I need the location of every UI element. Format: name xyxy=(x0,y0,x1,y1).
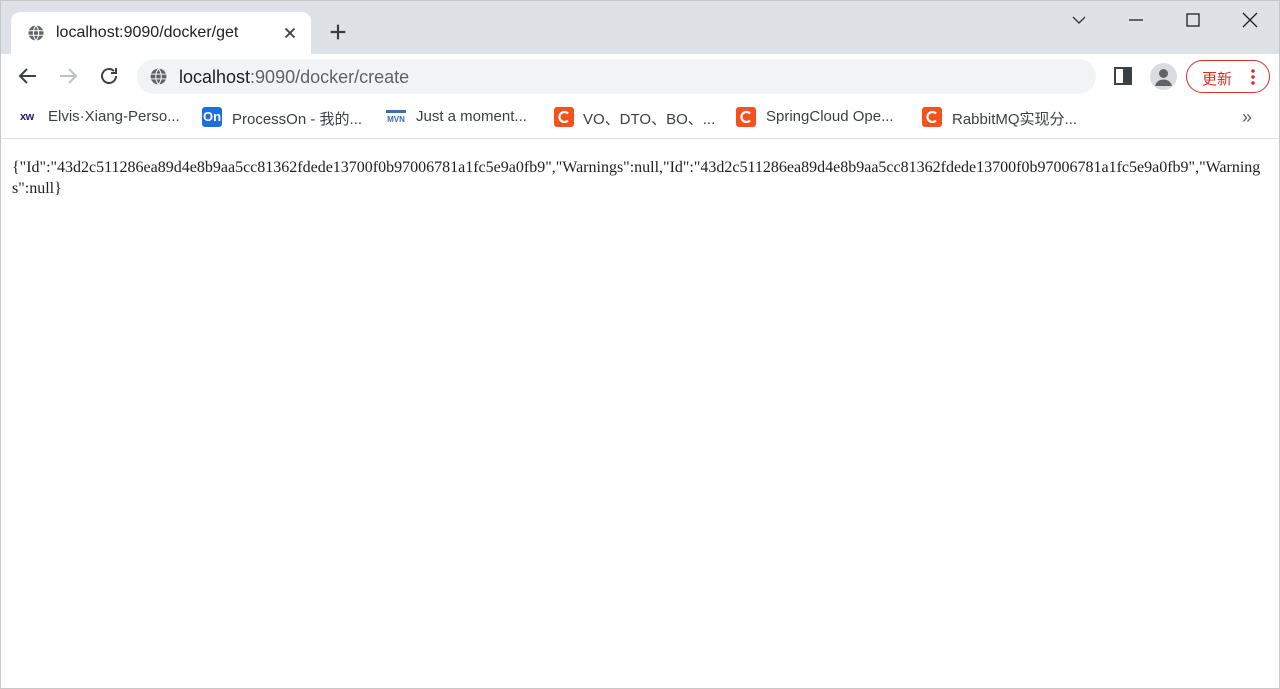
close-window-icon[interactable] xyxy=(1240,10,1260,30)
tab-title: localhost:9090/docker/get xyxy=(56,24,239,41)
bookmark-label: Elvis·Xiang-Perso... xyxy=(48,108,180,125)
maximize-icon[interactable] xyxy=(1183,10,1203,30)
tab-active[interactable]: localhost:9090/docker/get xyxy=(11,12,311,54)
minimize-icon[interactable] xyxy=(1126,10,1146,30)
forward-arrow-icon[interactable] xyxy=(56,64,80,88)
tab-search-chevron-icon[interactable] xyxy=(1069,10,1089,30)
bookmark-label: VO、DTO、BO、... xyxy=(583,111,716,128)
url-text: localhost:9090/docker/create xyxy=(179,67,409,88)
globe-icon xyxy=(28,25,44,41)
bookmark-label: RabbitMQ实现分... xyxy=(952,111,1078,128)
csdn-favicon-icon xyxy=(736,107,756,127)
close-tab-icon[interactable] xyxy=(281,24,299,42)
mvn-favicon-icon: MVN xyxy=(386,110,406,124)
json-response-text: {"Id":"43d2c511286ea89d4e8b9aa5cc81362fd… xyxy=(12,159,1261,197)
bookmark-label: ProcessOn - 我的... xyxy=(232,111,363,128)
xw-favicon-icon: xw xyxy=(20,111,34,123)
person-icon xyxy=(1155,69,1172,86)
kebab-menu-icon xyxy=(1251,69,1255,85)
site-info-globe-icon[interactable] xyxy=(149,67,168,86)
back-arrow-icon[interactable] xyxy=(16,64,40,88)
csdn-favicon-icon xyxy=(922,107,942,127)
update-button[interactable]: 更新 xyxy=(1186,60,1270,93)
processon-favicon-icon: On xyxy=(202,107,222,127)
bookmarks-bar: xw Elvis·Xiang-Perso... On ProcessOn - 我… xyxy=(0,99,1280,139)
address-bar[interactable]: localhost:9090/docker/create xyxy=(137,59,1096,94)
url-path: :9090/docker/create xyxy=(250,67,410,87)
url-host: localhost xyxy=(179,67,251,87)
csdn-favicon-icon xyxy=(554,107,574,127)
tab-strip: localhost:9090/docker/get xyxy=(0,0,1280,54)
profile-avatar[interactable] xyxy=(1150,63,1177,90)
bookmarks-overflow-chevron-icon[interactable]: » xyxy=(1242,107,1252,128)
bookmark-label: SpringCloud Ope... xyxy=(766,108,894,125)
browser-toolbar: localhost:9090/docker/create 更新 xyxy=(0,54,1280,99)
reload-icon[interactable] xyxy=(97,64,121,88)
side-panel-icon[interactable] xyxy=(1113,66,1133,86)
bookmark-label: Just a moment... xyxy=(416,108,527,125)
new-tab-icon[interactable] xyxy=(327,21,349,43)
update-label: 更新 xyxy=(1202,71,1233,88)
svg-text:MVN: MVN xyxy=(387,115,405,124)
